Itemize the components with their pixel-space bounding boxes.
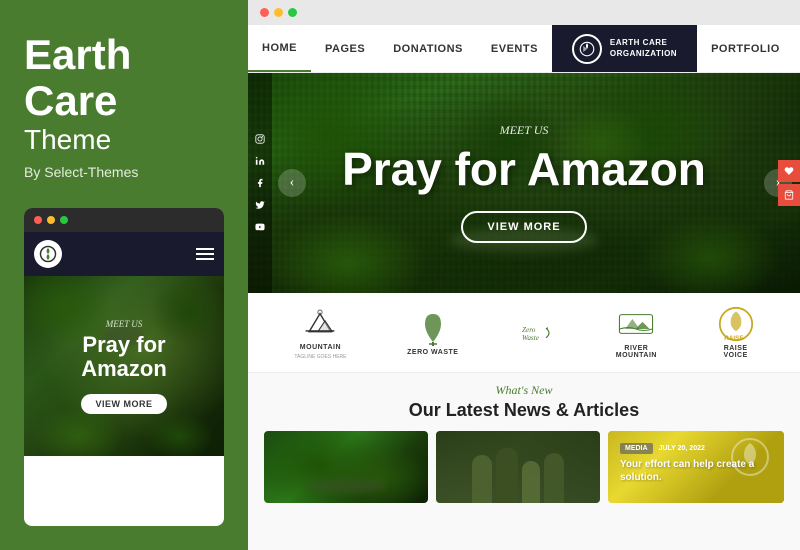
browser-dot-red xyxy=(260,8,269,17)
zero-waste-logo-icon xyxy=(415,310,451,346)
desktop-logo-icon xyxy=(572,34,602,64)
mobile-nav-bar xyxy=(24,232,224,276)
hero-main-title: Pray for Amazon xyxy=(342,144,706,195)
nav-item-home[interactable]: HOME xyxy=(248,25,311,72)
logo-raise-voice: RAISE VOICE RAISEVOICE xyxy=(718,306,754,359)
hero-view-more-button[interactable]: VIEW MORE xyxy=(461,211,586,243)
card3-background-logo xyxy=(730,437,770,482)
mobile-hamburger-icon[interactable] xyxy=(196,248,214,260)
news-card3-badge: MEDIA xyxy=(620,443,653,454)
mobile-hero-title: Pray for Amazon xyxy=(81,333,167,381)
river-mountain-logo-icon xyxy=(618,306,654,342)
browser-dot-yellow xyxy=(274,8,283,17)
logo-mountain: MOUNTAIN TAGLINE GOES HERE xyxy=(294,305,346,360)
left-sidebar: Earth Care Theme By Select-Themes xyxy=(0,0,248,550)
mobile-chrome-bar xyxy=(24,208,224,232)
browser-dot-green xyxy=(288,8,297,17)
theme-title-care: Care xyxy=(24,78,224,124)
chrome-dot-green xyxy=(60,216,68,224)
hero-cart-icon[interactable] xyxy=(778,184,800,206)
svg-text:Zero: Zero xyxy=(522,325,536,333)
hero-content: MEET US Pray for Amazon VIEW MORE xyxy=(248,73,800,293)
hero-meet-us-text: MEET US xyxy=(500,123,549,138)
nav-item-events[interactable]: EVENTS xyxy=(477,25,552,72)
mobile-logo-icon xyxy=(34,240,62,268)
logos-bar: MOUNTAIN TAGLINE GOES HERE ZERO WASTE Ze… xyxy=(248,293,800,373)
svg-text:Waste: Waste xyxy=(522,334,540,342)
news-section: What's New Our Latest News & Articles xyxy=(248,373,800,550)
nav-item-pages[interactable]: PAGES xyxy=(311,25,379,72)
mountain-logo-sub: TAGLINE GOES HERE xyxy=(294,354,346,360)
news-card-1[interactable] xyxy=(264,431,428,503)
chrome-dot-yellow xyxy=(47,216,55,224)
svg-text:RAISE: RAISE xyxy=(724,335,743,342)
theme-title-block: Earth Care Theme By Select-Themes xyxy=(24,32,224,208)
desktop-hero-section: MEET US Pray for Amazon VIEW MORE ‹ › xyxy=(248,73,800,293)
nav-items-left: HOME PAGES DONATIONS EVENTS xyxy=(248,25,552,72)
news-card3-date: JULY 20, 2022 xyxy=(659,445,705,452)
raise-voice-logo-icon: RAISE VOICE xyxy=(718,306,754,342)
news-cards-container: MEDIA JULY 20, 2022 Your effort can help… xyxy=(264,431,784,503)
news-section-title: Our Latest News & Articles xyxy=(264,400,784,421)
news-card-3[interactable]: MEDIA JULY 20, 2022 Your effort can help… xyxy=(608,431,784,503)
theme-subtitle: Theme xyxy=(24,124,224,156)
mobile-preview-card: MEET US Pray for Amazon VIEW MORE xyxy=(24,208,224,526)
hero-right-action-icons xyxy=(778,160,800,206)
logo-zero-waste-1: ZERO WASTE xyxy=(407,310,458,356)
mobile-meet-us-text: MEET US xyxy=(106,319,143,329)
logo-zero-waste-2: Zero Waste xyxy=(519,315,555,351)
nav-item-donations[interactable]: DONATIONS xyxy=(379,25,477,72)
mountain-logo-icon xyxy=(302,305,338,341)
desktop-nav: HOME PAGES DONATIONS EVENTS EARTH CAREOR… xyxy=(248,25,800,73)
nav-right-items: PORTFOLIO SHOP BLOG DONATE xyxy=(697,37,800,60)
raise-voice-logo-text: RAISEVOICE xyxy=(724,345,748,359)
zero-waste-logo-text: ZERO WASTE xyxy=(407,349,458,356)
river-mountain-logo-text: RIVERMOUNTAIN xyxy=(616,345,657,359)
chrome-dot-red xyxy=(34,216,42,224)
right-desktop-preview: HOME PAGES DONATIONS EVENTS EARTH CAREOR… xyxy=(248,0,800,550)
news-what-new-label: What's New xyxy=(264,383,784,398)
news-card-2[interactable] xyxy=(436,431,600,503)
nav-logo-text: EARTH CAREORGANIZATION xyxy=(610,38,677,59)
browser-chrome-bar xyxy=(248,0,800,25)
hero-wishlist-icon[interactable] xyxy=(778,160,800,182)
mobile-hero-section: MEET US Pray for Amazon VIEW MORE xyxy=(24,276,224,456)
mobile-view-more-button[interactable]: VIEW MORE xyxy=(81,394,166,414)
hero-arrow-left[interactable]: ‹ xyxy=(278,169,306,197)
theme-by-line: By Select-Themes xyxy=(24,164,224,180)
nav-item-portfolio[interactable]: PORTFOLIO xyxy=(697,43,794,55)
nav-logo-center: EARTH CAREORGANIZATION xyxy=(552,25,697,72)
theme-title-earth: Earth xyxy=(24,32,224,78)
zero-waste-2-logo-icon: Zero Waste xyxy=(519,315,555,351)
logo-river-mountain: RIVERMOUNTAIN xyxy=(616,306,657,359)
mountain-logo-text: MOUNTAIN xyxy=(300,344,341,351)
